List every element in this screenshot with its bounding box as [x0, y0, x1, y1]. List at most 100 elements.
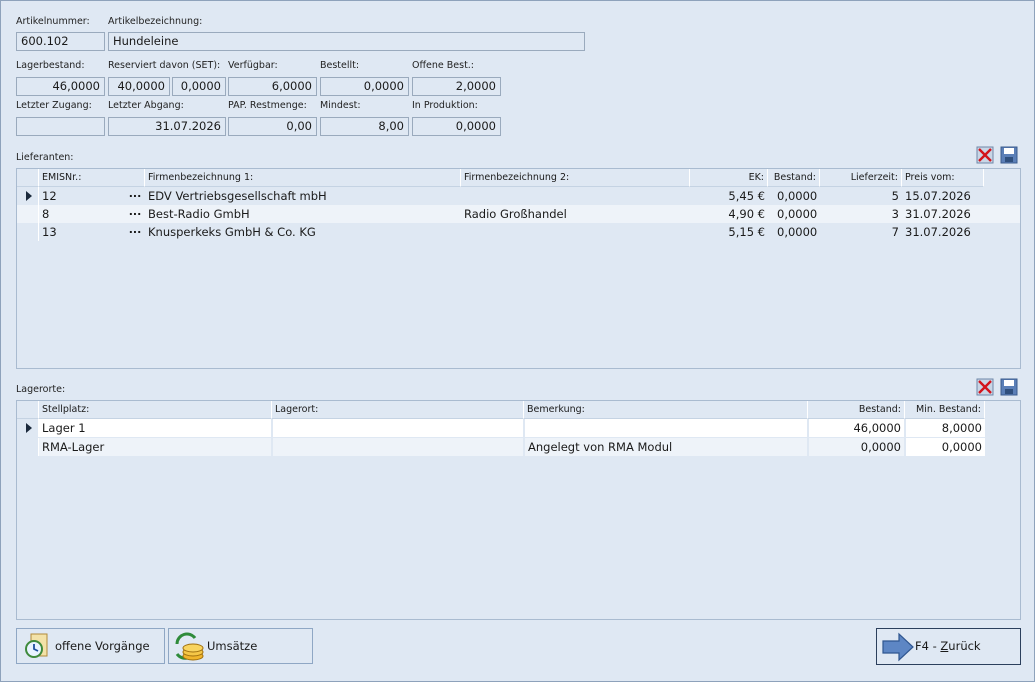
zurueck-label: F4 - Zurück: [915, 639, 981, 653]
suppliers-indicator-header: [17, 169, 39, 187]
letzter-zugang-label: Letzter Zugang:: [16, 100, 92, 111]
article-name-field[interactable]: Hundeleine: [108, 32, 585, 51]
reserviert-label: Reserviert davon (SET):: [108, 60, 221, 71]
location-row[interactable]: RMA-Lager Angelegt von RMA Modul 0,0000 …: [17, 438, 1020, 456]
offene-vorgaenge-button[interactable]: offene Vorgänge: [16, 628, 165, 664]
umsaetze-label: Umsätze: [207, 639, 258, 653]
supplier-firma1: EDV Vertriebsgesellschaft mbH: [148, 189, 327, 203]
locations-section-label: Lagerorte:: [16, 384, 66, 395]
locations-indicator-header: [17, 401, 39, 419]
supplier-bestand: 0,0000: [777, 207, 818, 221]
history-icon: [25, 633, 48, 658]
supplier-bestand: 0,0000: [777, 225, 818, 239]
location-stellplatz[interactable]: RMA-Lager: [39, 438, 271, 456]
suppliers-grid: EMISNr.: Firmenbezeichnung 1: Firmenbeze…: [16, 168, 1021, 369]
offene-field[interactable]: 2,0000: [412, 77, 501, 96]
location-stellplatz[interactable]: Lager 1: [39, 419, 271, 437]
supplier-firma1: Best-Radio GmbH: [148, 207, 250, 221]
pap-label: PAP. Restmenge:: [228, 100, 307, 111]
umsaetze-button[interactable]: Umsätze: [168, 628, 313, 664]
location-min-bestand[interactable]: 0,0000: [906, 438, 985, 456]
location-save-icon[interactable]: [1000, 378, 1018, 396]
supplier-firma2: [461, 187, 690, 205]
letzter-abgang-field[interactable]: 31.07.2026: [108, 117, 226, 136]
article-stock-window: Artikelnummer: 600.102 Artikelbezeichnun…: [0, 0, 1035, 682]
location-row[interactable]: Lager 1 46,0000 8,0000: [17, 419, 1020, 437]
locations-col-bemerkung[interactable]: Bemerkung:: [524, 401, 808, 419]
supplier-firma2: [461, 223, 690, 241]
location-min-bestand[interactable]: 8,0000: [906, 419, 985, 437]
supplier-nr: 12: [42, 189, 57, 203]
supplier-row[interactable]: 13 ... Knusperkeks GmbH & Co. KG 5,15 € …: [17, 223, 1020, 241]
row-indicator: [17, 223, 39, 241]
row-indicator: [17, 205, 39, 223]
locations-grid: Stellplatz: Lagerort: Bemerkung: Bestand…: [16, 400, 1021, 620]
location-lagerort[interactable]: [273, 438, 523, 456]
supplier-lieferzeit: 3: [891, 207, 899, 221]
supplier-bestand: 0,0000: [777, 189, 818, 203]
bestellt-field[interactable]: 0,0000: [320, 77, 409, 96]
produktion-label: In Produktion:: [412, 100, 478, 111]
suppliers-col-ek[interactable]: EK:: [690, 169, 768, 187]
arrow-right-icon: [882, 632, 914, 662]
verfuegbar-field[interactable]: 6,0000: [228, 77, 317, 96]
location-bemerkung[interactable]: Angelegt von RMA Modul: [525, 438, 807, 456]
location-bestand[interactable]: 46,0000: [809, 419, 904, 437]
supplier-preis-vom: 31.07.2026: [905, 225, 971, 239]
zurueck-button[interactable]: F4 - Zurück: [876, 628, 1021, 665]
row-selected-indicator-icon: [17, 187, 39, 205]
suppliers-col-lieferzeit[interactable]: Lieferzeit:: [820, 169, 902, 187]
location-delete-icon[interactable]: [976, 378, 994, 396]
lagerbestand-label: Lagerbestand:: [16, 60, 85, 71]
supplier-lookup-button[interactable]: ...: [127, 206, 143, 222]
locations-col-stellplatz[interactable]: Stellplatz:: [39, 401, 272, 419]
location-lagerort[interactable]: [273, 419, 523, 437]
supplier-lookup-button[interactable]: ...: [127, 188, 143, 204]
letzter-zugang-field[interactable]: [16, 117, 105, 136]
bestellt-label: Bestellt:: [320, 60, 360, 71]
verfuegbar-label: Verfügbar:: [228, 60, 278, 71]
locations-col-lagerort[interactable]: Lagerort:: [272, 401, 524, 419]
produktion-field[interactable]: 0,0000: [412, 117, 501, 136]
supplier-lieferzeit: 5: [891, 189, 899, 203]
offene-label: Offene Best.:: [412, 60, 475, 71]
suppliers-col-firma1[interactable]: Firmenbezeichnung 1:: [145, 169, 461, 187]
location-bemerkung[interactable]: [525, 419, 807, 437]
supplier-delete-icon[interactable]: [976, 146, 994, 164]
locations-col-bestand[interactable]: Bestand:: [808, 401, 905, 419]
set-field[interactable]: 0,0000: [172, 77, 226, 96]
supplier-row[interactable]: 12 ... EDV Vertriebsgesellschaft mbH 5,4…: [17, 187, 1020, 205]
suppliers-section-label: Lieferanten:: [16, 152, 74, 163]
supplier-preis-vom: 31.07.2026: [905, 207, 971, 221]
mindest-field[interactable]: 8,00: [320, 117, 409, 136]
suppliers-col-bestand[interactable]: Bestand:: [768, 169, 820, 187]
supplier-nr: 8: [42, 207, 50, 221]
reserviert-field[interactable]: 40,0000: [108, 77, 170, 96]
supplier-lookup-button[interactable]: ...: [127, 224, 143, 240]
supplier-save-icon[interactable]: [1000, 146, 1018, 164]
lagerbestand-field[interactable]: 46,0000: [16, 77, 105, 96]
article-number-field[interactable]: 600.102: [16, 32, 105, 51]
suppliers-col-firma2[interactable]: Firmenbezeichnung 2:: [461, 169, 690, 187]
suppliers-col-preis-vom[interactable]: Preis vom:: [902, 169, 984, 187]
location-bestand[interactable]: 0,0000: [809, 438, 904, 456]
locations-col-min-bestand[interactable]: Min. Bestand:: [905, 401, 985, 419]
row-selected-indicator-icon: [17, 419, 39, 437]
article-number-label: Artikelnummer:: [16, 16, 90, 27]
letzter-abgang-label: Letzter Abgang:: [108, 100, 184, 111]
supplier-ek: 5,15 €: [728, 225, 765, 239]
supplier-lieferzeit: 7: [891, 225, 899, 239]
mindest-label: Mindest:: [320, 100, 361, 111]
offene-vorgaenge-label: offene Vorgänge: [55, 639, 150, 653]
supplier-firma1: Knusperkeks GmbH & Co. KG: [148, 225, 316, 239]
pap-field[interactable]: 0,00: [228, 117, 317, 136]
supplier-ek: 4,90 €: [728, 207, 765, 221]
supplier-nr: 13: [42, 225, 57, 239]
article-name-label: Artikelbezeichnung:: [108, 16, 203, 27]
supplier-preis-vom: 15.07.2026: [905, 189, 971, 203]
supplier-ek: 5,45 €: [728, 189, 765, 203]
row-indicator: [17, 438, 39, 456]
suppliers-col-emisnr[interactable]: EMISNr.:: [39, 169, 145, 187]
supplier-firma2: Radio Großhandel: [464, 207, 567, 221]
supplier-row[interactable]: 8 ... Best-Radio GmbH Radio Großhandel 4…: [17, 205, 1020, 223]
